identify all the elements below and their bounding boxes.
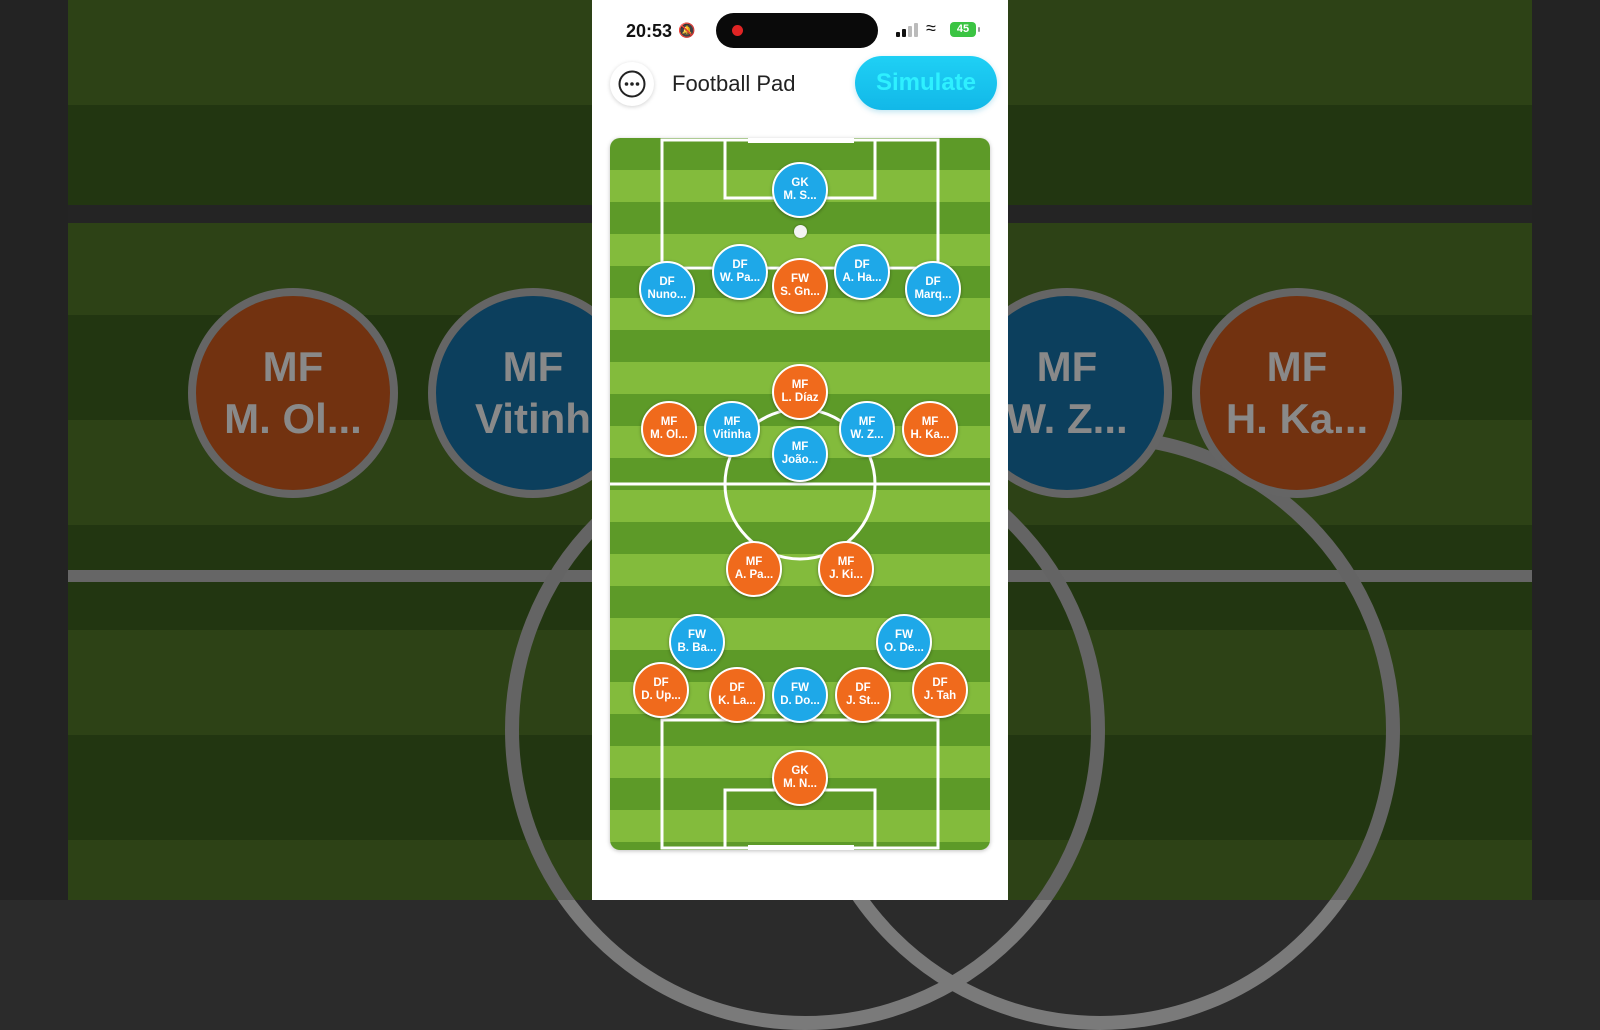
player-token[interactable]: MF M. Ol... [641, 401, 697, 457]
player-token[interactable]: DF A. Ha... [834, 244, 890, 300]
player-position: DF [854, 259, 870, 271]
player-token[interactable]: FW O. De... [876, 614, 932, 670]
status-bar: 20:53 🔕 ≈ 45 [592, 0, 1008, 60]
player-position: DF [659, 276, 675, 288]
player-token[interactable]: FW S. Gn... [772, 258, 828, 314]
player-position: FW [895, 629, 913, 641]
player-name: H. Ka... [910, 429, 950, 441]
player-name: João... [781, 454, 819, 466]
player-token[interactable]: GK M. N... [772, 750, 828, 806]
battery-icon: 45 [950, 22, 980, 37]
player-token[interactable]: MF A. Pa... [726, 541, 782, 597]
player-name: L. Díaz [781, 392, 819, 404]
player-token[interactable]: MF W. Z... [839, 401, 895, 457]
app-header: Football Pad Simulate [592, 56, 1008, 112]
player-position: DF [732, 259, 748, 271]
player-token[interactable]: GK M. S... [772, 162, 828, 218]
simulate-button[interactable]: Simulate [855, 56, 997, 110]
phone-screen: 20:53 🔕 ≈ 45 Football Pad Simulate GK M.… [592, 0, 1008, 900]
player-token[interactable]: DF J. St... [835, 667, 891, 723]
bell-muted-icon: 🔕 [678, 22, 696, 38]
player-name: J. Tah [923, 690, 957, 702]
status-time: 20:53 [626, 21, 673, 41]
player-position: MF [723, 416, 741, 428]
player-position: DF [855, 682, 871, 694]
player-position: MF [837, 556, 855, 568]
player-name: K. La... [718, 695, 756, 707]
player-name: O. De... [884, 642, 924, 654]
player-name: M. N... [783, 778, 817, 790]
player-token[interactable]: DF Marq... [905, 261, 961, 317]
player-name: S. Gn... [780, 286, 820, 298]
app-title: Football Pad [672, 71, 796, 96]
player-name: J. St... [846, 695, 880, 707]
player-token[interactable]: DF W. Pa... [712, 244, 768, 300]
player-position: FW [791, 273, 809, 285]
top-goal [748, 138, 854, 143]
background-player-4: MF H. Ka... [1192, 288, 1402, 498]
player-token[interactable]: FW D. Do... [772, 667, 828, 723]
player-position: MF [921, 416, 939, 428]
player-position: MF [791, 441, 809, 453]
player-token[interactable]: DF J. Tah [912, 662, 968, 718]
signal-icon [896, 23, 920, 37]
player-name: A. Pa... [734, 569, 774, 581]
player-token[interactable]: MF J. Ki... [818, 541, 874, 597]
player-name: Vitinha [712, 429, 752, 441]
player-name: M. S... [783, 190, 817, 202]
player-name: D. Do... [780, 695, 820, 707]
player-name: M. Ol... [650, 429, 688, 441]
bottom-goal [748, 845, 854, 850]
more-options-button[interactable] [610, 62, 654, 106]
player-token[interactable]: MF João... [772, 426, 828, 482]
player-position: MF [791, 379, 809, 391]
ball-top[interactable] [794, 225, 807, 238]
player-token[interactable]: DF Nuno... [639, 261, 695, 317]
background-player-1: MF M. Ol... [188, 288, 398, 498]
player-position: MF [745, 556, 763, 568]
player-name: Nuno... [647, 289, 687, 301]
player-position: MF [858, 416, 876, 428]
player-token[interactable]: MF H. Ka... [902, 401, 958, 457]
player-position: DF [729, 682, 745, 694]
player-position: GK [791, 177, 809, 189]
player-token[interactable]: DF K. La... [709, 667, 765, 723]
player-position: DF [932, 677, 948, 689]
player-token[interactable]: MF L. Díaz [772, 364, 828, 420]
player-name: A. Ha... [842, 272, 882, 284]
player-token[interactable]: MF Vitinha [704, 401, 760, 457]
player-position: DF [925, 276, 941, 288]
pitch-markings [610, 138, 990, 850]
player-token[interactable]: DF D. Up... [633, 662, 689, 718]
recording-dot-icon [732, 25, 743, 36]
player-name: W. Z... [850, 429, 884, 441]
player-position: GK [791, 765, 809, 777]
player-name: W. Pa... [719, 272, 761, 284]
player-name: J. Ki... [829, 569, 863, 581]
football-pitch[interactable]: GK M. S... DF W. Pa... FW S. Gn... DF A. Ha... D… [610, 138, 990, 850]
player-name: D. Up... [641, 690, 681, 702]
wifi-icon: ≈ [926, 18, 936, 38]
player-position: DF [653, 677, 669, 689]
player-name: Marq... [914, 289, 952, 301]
player-position: FW [791, 682, 809, 694]
player-position: FW [688, 629, 706, 641]
ellipsis-circle-icon [618, 70, 646, 98]
player-name: B. Ba... [677, 642, 717, 654]
player-token[interactable]: FW B. Ba... [669, 614, 725, 670]
player-position: MF [660, 416, 678, 428]
